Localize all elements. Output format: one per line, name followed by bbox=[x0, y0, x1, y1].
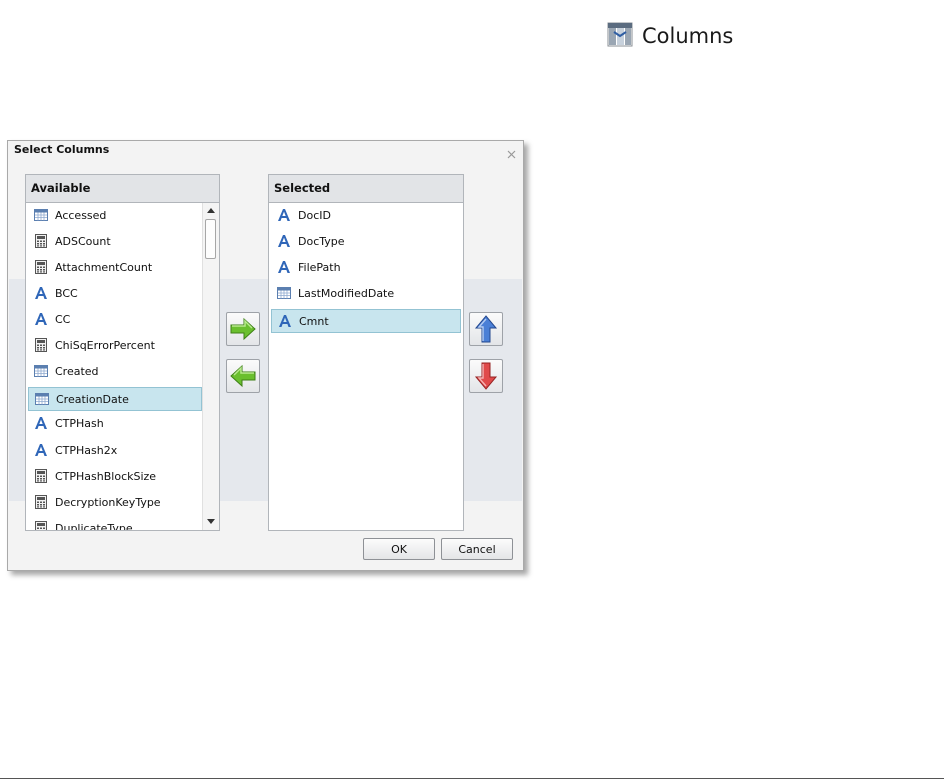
list-item[interactable]: ChiSqErrorPercent bbox=[28, 333, 201, 357]
list-item-label: CTPHashBlockSize bbox=[55, 469, 157, 483]
list-item[interactable]: CTPHashBlockSize bbox=[28, 464, 201, 488]
arrow-right-icon bbox=[230, 317, 256, 341]
date-type-icon bbox=[34, 391, 50, 407]
list-item[interactable]: CTPHash bbox=[28, 411, 201, 435]
number-type-icon bbox=[33, 494, 49, 510]
available-header: Available bbox=[26, 175, 219, 203]
list-item-label: FilePath bbox=[298, 260, 341, 274]
list-item-label: CTPHash2x bbox=[55, 443, 118, 457]
list-item-label: CTPHash bbox=[55, 416, 104, 430]
available-list[interactable]: Accessed ADSCount AttachmentCount BCC CC… bbox=[26, 203, 219, 530]
scrollbar-thumb[interactable] bbox=[205, 219, 216, 259]
list-item[interactable]: LastModifiedDate bbox=[271, 281, 461, 305]
selected-panel: Selected DocID DocType FilePath LastModi… bbox=[268, 174, 464, 531]
available-panel: Available Accessed ADSCount AttachmentCo… bbox=[25, 174, 220, 531]
list-item[interactable]: ADSCount bbox=[28, 229, 201, 253]
list-item[interactable]: CC bbox=[28, 307, 201, 331]
list-item[interactable]: Created bbox=[28, 359, 201, 383]
list-item-label: DuplicateType bbox=[55, 521, 133, 531]
ok-button[interactable]: OK bbox=[363, 538, 435, 560]
number-type-icon bbox=[33, 337, 49, 353]
arrow-left-icon bbox=[230, 364, 256, 388]
list-item-selected[interactable]: CreationDate bbox=[28, 387, 202, 411]
list-item[interactable]: DocID bbox=[271, 203, 461, 227]
list-item-label: DocID bbox=[298, 208, 331, 222]
list-item-label: Cmnt bbox=[299, 314, 329, 328]
list-item-label: DecryptionKeyType bbox=[55, 495, 161, 509]
columns-label: Columns bbox=[642, 24, 734, 48]
close-icon[interactable] bbox=[507, 144, 516, 159]
cancel-button[interactable]: Cancel bbox=[441, 538, 513, 560]
dialog-title: Select Columns bbox=[14, 143, 110, 156]
text-type-icon bbox=[33, 442, 49, 458]
arrow-down-icon bbox=[474, 362, 498, 390]
selected-list[interactable]: DocID DocType FilePath LastModifiedDate … bbox=[269, 203, 463, 530]
list-item-label: LastModifiedDate bbox=[298, 286, 395, 300]
columns-icon bbox=[606, 20, 634, 52]
list-item-label: CreationDate bbox=[56, 392, 129, 406]
text-type-icon bbox=[33, 311, 49, 327]
selected-header: Selected bbox=[269, 175, 463, 203]
list-item-selected[interactable]: Cmnt bbox=[271, 309, 461, 333]
date-type-icon bbox=[33, 207, 49, 223]
available-scrollbar[interactable] bbox=[202, 203, 219, 530]
scroll-down-icon[interactable] bbox=[207, 519, 215, 525]
add-column-button[interactable] bbox=[226, 312, 260, 346]
date-type-icon bbox=[276, 285, 292, 301]
number-type-icon bbox=[33, 468, 49, 484]
text-type-icon bbox=[33, 285, 49, 301]
list-item[interactable]: AttachmentCount bbox=[28, 255, 201, 279]
list-item[interactable]: Accessed bbox=[28, 203, 201, 227]
number-type-icon bbox=[33, 520, 49, 530]
list-item[interactable]: DocType bbox=[271, 229, 461, 253]
list-item-label: CC bbox=[55, 312, 71, 326]
list-item[interactable]: DuplicateType bbox=[28, 516, 201, 530]
arrow-up-icon bbox=[474, 315, 498, 343]
list-item-label: AttachmentCount bbox=[55, 260, 153, 274]
move-up-button[interactable] bbox=[469, 312, 503, 346]
columns-toolbar-button[interactable]: Columns bbox=[606, 20, 733, 52]
list-item-label: BCC bbox=[55, 286, 78, 300]
text-type-icon bbox=[276, 207, 292, 223]
text-type-icon bbox=[33, 415, 49, 431]
remove-column-button[interactable] bbox=[226, 359, 260, 393]
list-item-label: ADSCount bbox=[55, 234, 111, 248]
move-down-button[interactable] bbox=[469, 359, 503, 393]
text-type-icon bbox=[276, 233, 292, 249]
list-item-label: Created bbox=[55, 364, 99, 378]
list-item-label: DocType bbox=[298, 234, 345, 248]
text-type-icon bbox=[277, 313, 293, 329]
scroll-up-icon[interactable] bbox=[207, 207, 215, 213]
list-item[interactable]: BCC bbox=[28, 281, 201, 305]
list-item-label: Accessed bbox=[55, 208, 107, 222]
list-item[interactable]: FilePath bbox=[271, 255, 461, 279]
select-columns-dialog: Select Columns Available Accessed ADSCou… bbox=[7, 140, 524, 571]
list-item-label: ChiSqErrorPercent bbox=[55, 338, 155, 352]
number-type-icon bbox=[33, 233, 49, 249]
number-type-icon bbox=[33, 259, 49, 275]
list-item[interactable]: DecryptionKeyType bbox=[28, 490, 201, 514]
list-item[interactable]: CTPHash2x bbox=[28, 438, 201, 462]
divider bbox=[0, 778, 944, 779]
text-type-icon bbox=[276, 259, 292, 275]
date-type-icon bbox=[33, 363, 49, 379]
